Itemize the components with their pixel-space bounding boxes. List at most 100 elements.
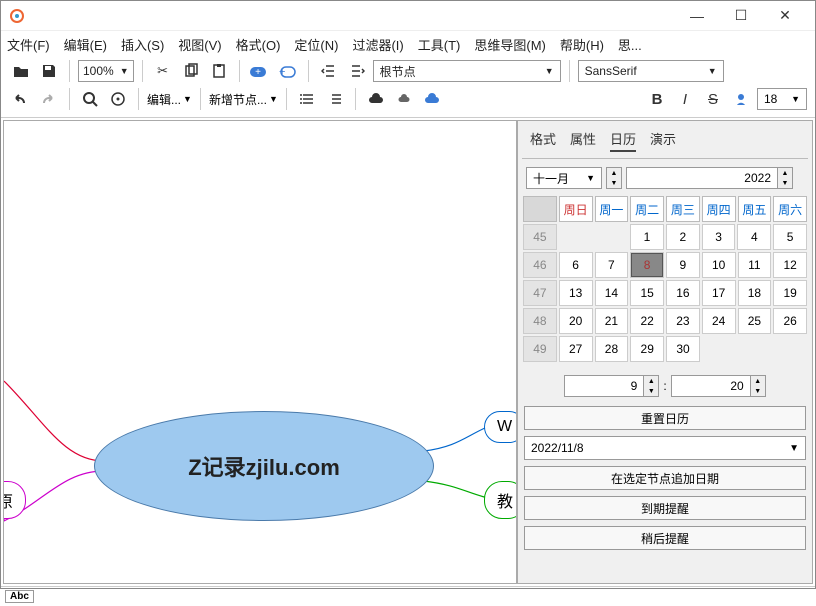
- append-date-button[interactable]: 在选定节点追加日期: [524, 466, 806, 490]
- menu-insert[interactable]: 插入(S): [121, 35, 164, 54]
- tab-format[interactable]: 格式: [530, 129, 556, 152]
- undo-icon[interactable]: [9, 87, 33, 111]
- numbered-list-icon[interactable]: [323, 87, 347, 111]
- cal-day[interactable]: 23: [666, 308, 700, 334]
- reset-calendar-button[interactable]: 重置日历: [524, 406, 806, 430]
- cloud-icon[interactable]: [364, 87, 388, 111]
- cal-day[interactable]: 26: [773, 308, 807, 334]
- cal-day[interactable]: 1: [630, 224, 664, 250]
- font-size-combo[interactable]: 18▼: [757, 88, 807, 110]
- menu-filter[interactable]: 过滤器(I): [352, 35, 403, 54]
- copy-icon[interactable]: [179, 59, 203, 83]
- month-combo[interactable]: 十一月▼: [526, 167, 602, 189]
- cloud-small-icon[interactable]: [392, 87, 416, 111]
- save-icon[interactable]: [37, 59, 61, 83]
- edit-dropdown[interactable]: 编辑...▼: [147, 91, 192, 108]
- menu-more[interactable]: 思...: [618, 35, 642, 54]
- cal-day[interactable]: 4: [737, 224, 771, 250]
- cal-day[interactable]: 24: [702, 308, 736, 334]
- menu-navigate[interactable]: 定位(N): [294, 35, 338, 54]
- menu-format[interactable]: 格式(O): [236, 35, 281, 54]
- date-value: 2022/11/8: [531, 441, 584, 455]
- minute-input[interactable]: [672, 379, 750, 393]
- month-spinner[interactable]: ▲▼: [606, 167, 622, 189]
- cut-icon[interactable]: ✂: [151, 59, 175, 83]
- cal-day[interactable]: 12: [773, 252, 807, 278]
- cal-day[interactable]: 27: [559, 336, 593, 362]
- cal-day[interactable]: 16: [666, 280, 700, 306]
- outdent-icon[interactable]: [317, 59, 341, 83]
- cal-day[interactable]: 19: [773, 280, 807, 306]
- paste-icon[interactable]: [207, 59, 231, 83]
- menu-tools[interactable]: 工具(T): [418, 35, 461, 54]
- later-reminder-button[interactable]: 稍后提醒: [524, 526, 806, 550]
- cloud-blue-icon[interactable]: [420, 87, 444, 111]
- redo-icon[interactable]: [37, 87, 61, 111]
- maximize-button[interactable]: ☐: [719, 2, 763, 30]
- cal-day[interactable]: 30: [666, 336, 700, 362]
- indent-icon[interactable]: [345, 59, 369, 83]
- menu-edit[interactable]: 编辑(E): [64, 35, 107, 54]
- mindmap-canvas[interactable]: Z记录zjilu.com 原 W 教: [3, 120, 517, 584]
- tab-present[interactable]: 演示: [650, 129, 676, 152]
- cal-day[interactable]: 2: [666, 224, 700, 250]
- cal-day[interactable]: 28: [595, 336, 629, 362]
- zoom-value: 100%: [83, 64, 114, 78]
- cal-day[interactable]: 6: [559, 252, 593, 278]
- year-spinner[interactable]: ▲▼: [626, 167, 793, 189]
- abc-indicator[interactable]: Abc: [5, 590, 34, 603]
- branch-right-2[interactable]: 教: [484, 481, 517, 519]
- newnode-dropdown[interactable]: 新增节点...▼: [209, 91, 278, 108]
- cal-day[interactable]: 15: [630, 280, 664, 306]
- cal-day[interactable]: 25: [738, 308, 772, 334]
- hour-spinner[interactable]: ▲▼: [564, 375, 659, 397]
- tab-attrs[interactable]: 属性: [570, 129, 596, 152]
- list-icon[interactable]: [295, 87, 319, 111]
- hour-input[interactable]: [565, 379, 643, 393]
- cal-day[interactable]: 22: [630, 308, 664, 334]
- target-icon[interactable]: [106, 87, 130, 111]
- branch-left[interactable]: 原: [3, 481, 26, 519]
- menu-file[interactable]: 文件(F): [7, 35, 50, 54]
- cal-day[interactable]: 3: [702, 224, 736, 250]
- toolbar-row-1: 100%▼ ✂ + + 根节点▼ SansSerif▼: [1, 57, 815, 85]
- root-node-combo[interactable]: 根节点▼: [373, 60, 561, 82]
- menu-view[interactable]: 视图(V): [178, 35, 221, 54]
- minute-spinner[interactable]: ▲▼: [671, 375, 766, 397]
- cal-day[interactable]: 8: [630, 252, 664, 278]
- zoom-combo[interactable]: 100%▼: [78, 60, 134, 82]
- cal-day[interactable]: 20: [559, 308, 593, 334]
- font-family-value: SansSerif: [585, 64, 637, 78]
- bold-button[interactable]: B: [645, 87, 669, 111]
- cal-week-number: 48: [523, 308, 557, 334]
- date-combo[interactable]: 2022/11/8▼: [524, 436, 806, 460]
- due-reminder-button[interactable]: 到期提醒: [524, 496, 806, 520]
- cal-day[interactable]: 10: [702, 252, 736, 278]
- cal-day[interactable]: 9: [666, 252, 700, 278]
- search-icon[interactable]: [78, 87, 102, 111]
- cal-day[interactable]: 14: [595, 280, 629, 306]
- menu-help[interactable]: 帮助(H): [560, 35, 604, 54]
- cal-day[interactable]: 7: [595, 252, 629, 278]
- new-child-icon[interactable]: +: [276, 59, 300, 83]
- menu-mindmap[interactable]: 思维导图(M): [474, 35, 546, 54]
- cal-day[interactable]: 11: [738, 252, 772, 278]
- tab-calendar[interactable]: 日历: [610, 129, 636, 152]
- italic-button[interactable]: I: [673, 87, 697, 111]
- cal-day[interactable]: 29: [630, 336, 664, 362]
- open-icon[interactable]: [9, 59, 33, 83]
- root-node[interactable]: Z记录zjilu.com: [94, 411, 434, 521]
- cal-day[interactable]: 18: [738, 280, 772, 306]
- cal-day[interactable]: 17: [702, 280, 736, 306]
- strike-button[interactable]: S: [701, 87, 725, 111]
- cal-day[interactable]: 13: [559, 280, 593, 306]
- branch-right-1[interactable]: W: [484, 411, 517, 443]
- year-input[interactable]: [627, 171, 777, 185]
- cal-day[interactable]: 5: [773, 224, 807, 250]
- minimize-button[interactable]: —: [675, 2, 719, 30]
- new-node-icon[interactable]: +: [248, 59, 272, 83]
- close-button[interactable]: ✕: [763, 2, 807, 30]
- cal-day[interactable]: 21: [595, 308, 629, 334]
- font-family-combo[interactable]: SansSerif▼: [578, 60, 724, 82]
- font-color-icon[interactable]: [729, 87, 753, 111]
